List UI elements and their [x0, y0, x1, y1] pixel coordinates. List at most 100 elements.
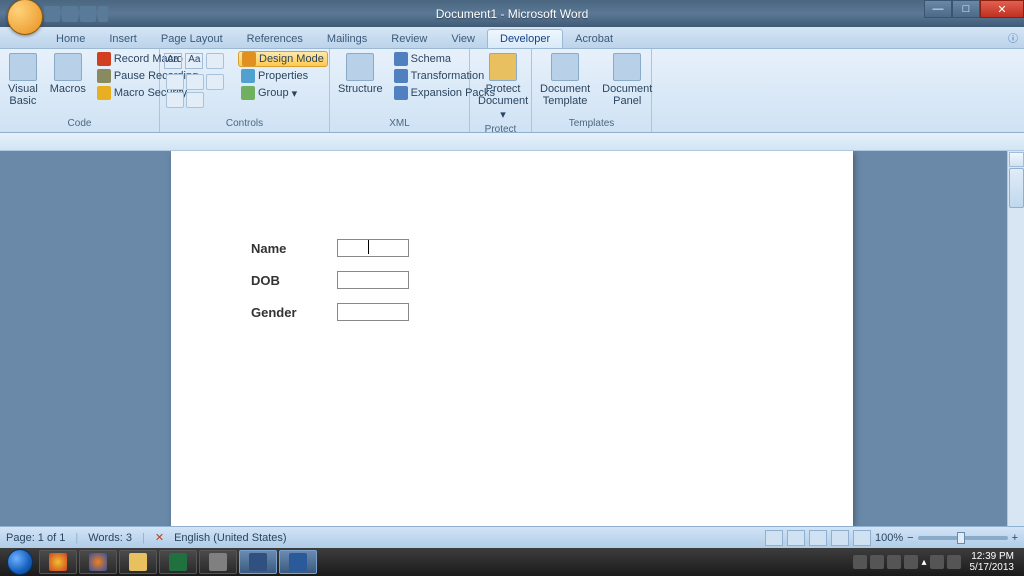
scroll-up-icon[interactable]	[1009, 152, 1024, 167]
web-layout-view-icon[interactable]	[809, 530, 827, 546]
picture-control-icon[interactable]	[206, 53, 224, 69]
fullscreen-view-icon[interactable]	[787, 530, 805, 546]
qat-redo-icon[interactable]	[80, 6, 96, 22]
controls-group-label: Controls	[164, 117, 325, 130]
app1-icon	[209, 553, 227, 571]
richtext-control-icon[interactable]: Aa	[164, 53, 182, 69]
draft-view-icon[interactable]	[853, 530, 871, 546]
tray-icon-1[interactable]	[853, 555, 867, 569]
firefox-icon	[89, 553, 107, 571]
plaintext-control-icon[interactable]: Aa	[185, 53, 203, 69]
tray-icon-2[interactable]	[870, 555, 884, 569]
tray-icon-3[interactable]	[887, 555, 901, 569]
document-template-button[interactable]: Document Template	[536, 51, 594, 109]
qat-save-icon[interactable]	[44, 6, 60, 22]
tab-insert[interactable]: Insert	[97, 30, 149, 48]
name-label: Name	[251, 241, 337, 256]
zoom-out-button[interactable]: −	[907, 532, 913, 544]
visual-basic-button[interactable]: Visual Basic	[4, 51, 42, 109]
taskbar-app2[interactable]	[239, 550, 277, 574]
code-group-label: Code	[4, 117, 155, 130]
tab-view[interactable]: View	[439, 30, 487, 48]
close-button[interactable]: ✕	[980, 0, 1024, 18]
tab-developer[interactable]: Developer	[487, 29, 563, 48]
document-panel-button[interactable]: Document Panel	[598, 51, 656, 109]
dob-input[interactable]	[337, 271, 409, 289]
group-icon	[241, 86, 255, 100]
word-count[interactable]: Words: 3	[88, 532, 132, 544]
tab-page-layout[interactable]: Page Layout	[149, 30, 235, 48]
protect-group-label: Protect	[474, 123, 527, 136]
taskbar-chrome[interactable]	[39, 550, 77, 574]
taskbar-excel[interactable]	[159, 550, 197, 574]
buildingblock-control-icon[interactable]	[186, 92, 204, 108]
tray-up-icon[interactable]: ▴	[921, 557, 926, 568]
ribbon: Visual Basic Macros Record Macro Pause R…	[0, 49, 1024, 133]
gender-label: Gender	[251, 305, 337, 320]
outline-view-icon[interactable]	[831, 530, 849, 546]
page-status[interactable]: Page: 1 of 1	[6, 532, 65, 544]
zoom-in-button[interactable]: +	[1012, 532, 1018, 544]
vertical-scrollbar[interactable]	[1007, 151, 1024, 526]
protect-document-button[interactable]: Protect Document ▾	[474, 51, 532, 123]
tab-home[interactable]: Home	[44, 30, 97, 48]
tray-icon-4[interactable]	[904, 555, 918, 569]
group-button[interactable]: Group ▾	[238, 85, 328, 101]
system-clock[interactable]: 12:39 PM 5/17/2013	[964, 551, 1021, 573]
scroll-thumb[interactable]	[1009, 168, 1024, 208]
dob-label: DOB	[251, 273, 337, 288]
legacy-tools-icon[interactable]	[166, 92, 184, 108]
combobox-control-icon[interactable]	[166, 74, 184, 90]
tray-flag-icon[interactable]	[930, 555, 944, 569]
quick-access-toolbar	[44, 6, 108, 22]
xml-group-label: XML	[334, 117, 465, 130]
transform-icon	[394, 69, 408, 83]
excel-icon	[169, 553, 187, 571]
tray-volume-icon[interactable]	[947, 555, 961, 569]
visual-basic-icon	[9, 53, 37, 81]
taskbar-explorer[interactable]	[119, 550, 157, 574]
text-cursor	[368, 240, 369, 254]
zoom-thumb[interactable]	[957, 532, 965, 544]
document-area: Name DOB Gender	[0, 151, 1024, 526]
record-icon	[97, 52, 111, 66]
start-button[interactable]	[2, 548, 38, 576]
office-button[interactable]	[7, 0, 43, 35]
design-mode-button[interactable]: Design Mode	[238, 51, 328, 67]
tab-mailings[interactable]: Mailings	[315, 30, 379, 48]
gender-input[interactable]	[337, 303, 409, 321]
help-icon[interactable]: ⓘ	[1008, 30, 1018, 45]
qat-undo-icon[interactable]	[62, 6, 78, 22]
document-page[interactable]: Name DOB Gender	[171, 151, 853, 526]
template-icon	[551, 53, 579, 81]
language-status[interactable]: English (United States)	[174, 532, 287, 544]
security-icon	[97, 86, 111, 100]
design-mode-icon	[242, 52, 256, 66]
minimize-button[interactable]: —	[924, 0, 952, 18]
windows-orb-icon	[7, 549, 33, 575]
tab-references[interactable]: References	[235, 30, 315, 48]
taskbar-word[interactable]	[279, 550, 317, 574]
properties-icon	[241, 69, 255, 83]
properties-button[interactable]: Properties	[238, 68, 328, 84]
pause-icon	[97, 69, 111, 83]
qat-more-icon[interactable]	[98, 6, 108, 22]
taskbar-app1[interactable]	[199, 550, 237, 574]
taskbar-firefox[interactable]	[79, 550, 117, 574]
zoom-level[interactable]: 100%	[875, 532, 903, 544]
macros-button[interactable]: Macros	[46, 51, 90, 97]
protect-icon	[489, 53, 517, 81]
chrome-icon	[49, 553, 67, 571]
tab-acrobat[interactable]: Acrobat	[563, 30, 625, 48]
dropdown-control-icon[interactable]	[186, 74, 204, 90]
print-layout-view-icon[interactable]	[765, 530, 783, 546]
app2-icon	[249, 553, 267, 571]
datepicker-control-icon[interactable]	[206, 74, 224, 90]
explorer-icon	[129, 553, 147, 571]
maximize-button[interactable]: □	[952, 0, 980, 18]
structure-icon	[346, 53, 374, 81]
tab-review[interactable]: Review	[379, 30, 439, 48]
name-input[interactable]	[337, 239, 409, 257]
structure-button[interactable]: Structure	[334, 51, 387, 97]
zoom-slider[interactable]	[918, 536, 1008, 540]
